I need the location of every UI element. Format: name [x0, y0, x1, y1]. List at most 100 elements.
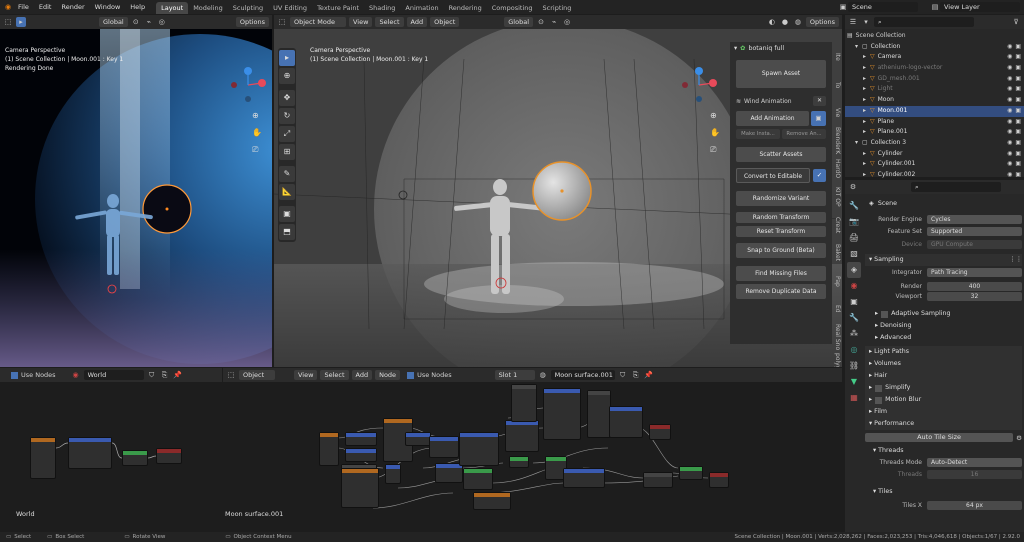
convert-to-editable-button[interactable]: Convert to Editable: [736, 168, 810, 183]
collapse-arrow-icon[interactable]: ▾: [734, 45, 737, 52]
tiles-x-field[interactable]: 64 px: [927, 500, 1022, 510]
options-dropdown[interactable]: Options: [235, 17, 269, 27]
tab-scripting[interactable]: Scripting: [538, 2, 577, 14]
menu-help[interactable]: Help: [125, 0, 150, 14]
expand-icon[interactable]: ▸: [869, 406, 872, 418]
mode-dropdown[interactable]: Object Mode: [290, 17, 346, 27]
shading-render-icon[interactable]: ◍: [793, 17, 803, 27]
rotate-tool-icon[interactable]: ↻: [279, 108, 295, 124]
film-section[interactable]: Film: [874, 406, 887, 418]
scale-tool-icon[interactable]: ⤢: [279, 126, 295, 142]
shader-node[interactable]: [505, 420, 539, 452]
editor-type-icon[interactable]: ⚙: [848, 182, 858, 192]
visibility-eye-icon[interactable]: ◉: [1007, 149, 1012, 160]
move-tool-icon[interactable]: ✥: [279, 90, 295, 106]
world-node-editor[interactable]: Use Nodes ◉ World ⛉ ⎘ 📌 World: [0, 368, 222, 532]
pivot-icon[interactable]: ⊙: [536, 17, 546, 27]
light-paths-section[interactable]: Light Paths: [874, 346, 909, 358]
shader-node[interactable]: [609, 406, 643, 438]
shader-node[interactable]: [405, 432, 431, 446]
tab-bake[interactable]: Baket: [834, 239, 841, 267]
scene-tab-icon[interactable]: ◈: [847, 262, 861, 278]
outliner-item[interactable]: ▸ ▽ athenium-logo-vector ◉ ▣: [845, 63, 1024, 74]
shader-node[interactable]: [473, 492, 511, 510]
tab-hardops[interactable]: HardO: [834, 155, 841, 183]
node-environment-texture[interactable]: [68, 437, 112, 469]
render-camera-icon[interactable]: ▣: [1015, 127, 1021, 138]
cursor-tool-icon[interactable]: ⊕: [279, 68, 295, 84]
render-camera-icon[interactable]: ▣: [1015, 106, 1021, 117]
tab-tool[interactable]: To: [834, 71, 841, 99]
shader-node[interactable]: [643, 472, 673, 488]
extra-tool-icon[interactable]: ⬒: [279, 224, 295, 240]
blender-logo-icon[interactable]: ◉: [3, 2, 13, 12]
editor-type-icon[interactable]: ☰: [848, 17, 858, 27]
outliner-item[interactable]: ▸ ▽ Plane.001 ◉ ▣: [845, 127, 1024, 138]
threads-section[interactable]: Threads: [878, 445, 903, 457]
shader-node[interactable]: [459, 432, 499, 466]
shader-node[interactable]: [341, 468, 379, 508]
orientation-dropdown[interactable]: Global: [504, 17, 534, 27]
visibility-eye-icon[interactable]: ◉: [1007, 63, 1012, 74]
shader-node[interactable]: [543, 388, 581, 440]
menu-view[interactable]: View: [349, 17, 373, 27]
material-tab-icon[interactable]: ▦: [847, 390, 861, 406]
tab-create[interactable]: Creat: [834, 211, 841, 239]
shader-node[interactable]: [649, 424, 671, 440]
properties-search-input[interactable]: ⌕: [911, 182, 1001, 192]
tab-uv-editing[interactable]: UV Editing: [268, 2, 312, 14]
tab-layout[interactable]: Layout: [156, 1, 189, 14]
display-mode-icon[interactable]: ▾: [861, 17, 871, 27]
advanced-section[interactable]: Advanced: [880, 332, 911, 344]
motion-blur-checkbox[interactable]: [875, 396, 883, 404]
menu-object[interactable]: Object: [430, 17, 460, 27]
shader-node[interactable]: [563, 468, 605, 488]
shader-node[interactable]: [509, 456, 529, 468]
volumes-section[interactable]: Volumes: [874, 358, 901, 370]
shader-node[interactable]: [345, 448, 377, 462]
tab-view[interactable]: Vie: [834, 99, 841, 127]
animation-toggle-icon[interactable]: ▣: [811, 111, 826, 126]
expand-icon[interactable]: ▾: [869, 254, 872, 266]
shader-node[interactable]: [385, 464, 401, 484]
outliner-item[interactable]: ▸ ▽ Cylinder.001 ◉ ▣: [845, 159, 1024, 170]
auto-tile-size-button[interactable]: Auto Tile Size: [865, 433, 1014, 442]
expand-arrow-icon[interactable]: ▾: [855, 42, 862, 53]
shader-node[interactable]: [429, 436, 459, 458]
outliner-root[interactable]: ▤ Scene Collection: [845, 31, 1024, 42]
left-nav-gizmo[interactable]: [228, 65, 268, 105]
transform-tool-icon[interactable]: ⊞: [279, 144, 295, 160]
visibility-eye-icon[interactable]: ◉: [1007, 138, 1012, 149]
menu-window[interactable]: Window: [90, 0, 126, 14]
expand-arrow-icon[interactable]: ▸: [863, 63, 870, 74]
proportional-icon[interactable]: ◎: [562, 17, 572, 27]
menu-add[interactable]: Add: [406, 17, 428, 27]
render-camera-icon[interactable]: ▣: [1015, 138, 1021, 149]
pivot-icon[interactable]: ⊙: [131, 17, 141, 27]
expand-arrow-icon[interactable]: ▸: [863, 159, 870, 170]
shader-node[interactable]: [463, 468, 493, 490]
tab-pap[interactable]: Pap: [834, 267, 841, 295]
view-layer-tab-icon[interactable]: ▧: [847, 246, 861, 262]
tab-edit[interactable]: Ed: [834, 295, 841, 323]
particles-tab-icon[interactable]: ⁂: [847, 326, 861, 342]
visibility-eye-icon[interactable]: ◉: [1007, 84, 1012, 95]
adaptive-sampling-section[interactable]: Adaptive Sampling: [891, 308, 950, 320]
remove-animation-button[interactable]: Remove An...: [782, 129, 826, 139]
render-camera-icon[interactable]: ▣: [1015, 74, 1021, 85]
outliner-item[interactable]: ▾ ▢ Collection 3 ◉ ▣: [845, 138, 1024, 149]
visibility-eye-icon[interactable]: ◉: [1007, 159, 1012, 170]
options-dropdown[interactable]: Options: [805, 17, 839, 27]
expand-arrow-icon[interactable]: ▸: [863, 84, 870, 95]
menu-file[interactable]: File: [13, 0, 34, 14]
outliner-item[interactable]: ▸ ▽ Moon ◉ ▣: [845, 95, 1024, 106]
measure-tool-icon[interactable]: 📐: [279, 184, 295, 200]
select-tool-icon[interactable]: ▸: [279, 50, 295, 66]
expand-icon[interactable]: ▾: [873, 486, 876, 498]
integrator-dropdown[interactable]: Path Tracing: [927, 268, 1022, 278]
adaptive-checkbox[interactable]: [881, 310, 889, 318]
find-missing-files-button[interactable]: Find Missing Files: [736, 266, 826, 281]
scene-selector[interactable]: Scene: [848, 2, 918, 12]
render-camera-icon[interactable]: ▣: [1015, 63, 1021, 74]
make-instance-button[interactable]: Make Insta...: [736, 129, 780, 139]
